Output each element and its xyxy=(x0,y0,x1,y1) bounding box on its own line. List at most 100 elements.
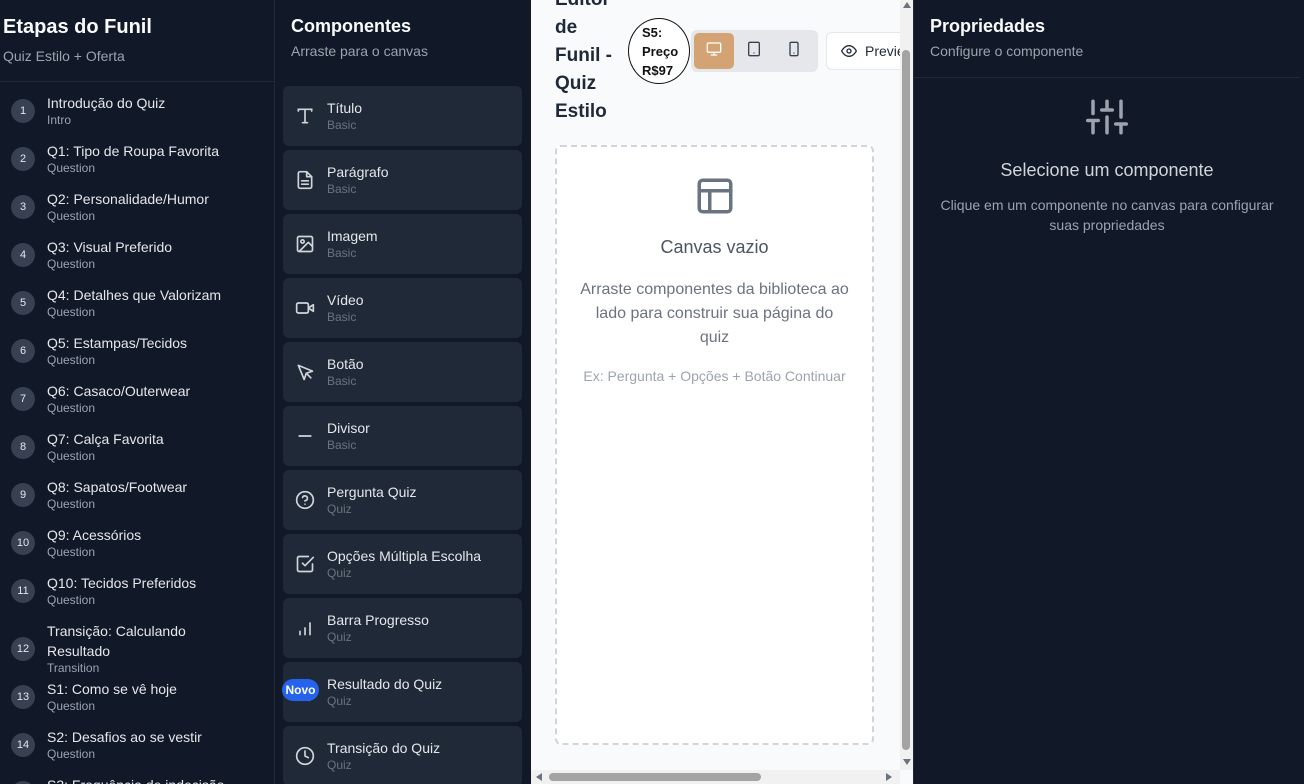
canvas-empty-title: Canvas vazio xyxy=(660,237,769,257)
step-number-badge: 13 xyxy=(11,685,35,709)
component-category: Quiz xyxy=(327,502,352,516)
funnel-steps-subtitle: Quiz Estilo + Oferta xyxy=(3,48,125,64)
canvas-empty-example: Ex: Pergunta + Opções + Botão Continuar xyxy=(583,368,846,384)
step-type: Question xyxy=(47,209,96,223)
text-type-icon xyxy=(295,106,315,126)
step-number-badge: 8 xyxy=(11,435,35,459)
funnel-step-item[interactable]: 2 Q1: Tipo de Roupa Favorita Question xyxy=(0,139,274,187)
component-card-botao[interactable]: Botão Basic xyxy=(283,342,522,402)
funnel-step-item[interactable]: 10 Q9: Acessórios Question xyxy=(0,523,274,571)
funnel-steps-title: Etapas do Funil xyxy=(3,16,152,38)
step-title: Introdução do Quiz xyxy=(47,95,166,111)
component-label: Resultado do Quiz xyxy=(327,676,443,692)
step-title: Q10: Tecidos Preferidos xyxy=(47,575,197,591)
component-category: Basic xyxy=(327,118,357,132)
funnel-steps-panel: Etapas do Funil Quiz Estilo + Oferta 1 In… xyxy=(0,0,275,784)
properties-panel: Propriedades Configure o componente Sele… xyxy=(913,0,1304,784)
funnel-step-item[interactable]: 1 Introdução do Quiz Intro xyxy=(0,91,274,139)
component-label: Transição do Quiz xyxy=(327,740,441,756)
clock-icon xyxy=(295,746,315,766)
step-title: S3: Frequência de indecisão xyxy=(47,775,262,784)
smartphone-icon xyxy=(786,41,802,62)
components-subtitle: Arraste para o canvas xyxy=(291,43,428,59)
tablet-view-button[interactable] xyxy=(734,33,774,69)
component-card-video[interactable]: Vídeo Basic xyxy=(283,278,522,338)
properties-empty-state: Selecione um componente Clique em um com… xyxy=(914,96,1300,235)
component-card-paragrafo[interactable]: Parágrafo Basic xyxy=(283,150,522,210)
funnel-step-item[interactable]: 14 S2: Desafios ao se vestir Question xyxy=(0,725,274,773)
step-title: Q7: Calça Favorita xyxy=(47,431,164,447)
step-type: Question xyxy=(47,497,96,511)
desktop-view-button[interactable] xyxy=(694,33,734,69)
step-title: Q4: Detalhes que Valorizam xyxy=(47,287,222,303)
mobile-view-button[interactable] xyxy=(774,33,814,69)
step-type: Transition xyxy=(47,661,100,675)
step-type: Question xyxy=(47,699,96,713)
canvas-vertical-scrollbar[interactable] xyxy=(900,0,913,770)
component-category: Basic xyxy=(327,246,357,260)
scroll-left-arrow-icon[interactable] xyxy=(536,773,542,781)
component-card-titulo[interactable]: Título Basic xyxy=(283,86,522,146)
component-label: Divisor xyxy=(327,420,370,436)
step-type: Question xyxy=(47,401,96,415)
funnel-step-item[interactable]: S3: Frequência de indecisão xyxy=(0,773,274,784)
scroll-down-arrow-icon[interactable] xyxy=(903,759,911,765)
eye-icon xyxy=(841,43,857,59)
component-card-transicao-quiz[interactable]: Transição do Quiz Quiz xyxy=(283,726,522,784)
component-category: Quiz xyxy=(327,758,352,772)
funnel-step-item[interactable]: 13 S1: Como se vê hoje Question xyxy=(0,677,274,725)
step-title: Q2: Personalidade/Humor xyxy=(47,191,209,207)
component-label: Opções Múltipla Escolha xyxy=(327,548,482,564)
component-category: Quiz xyxy=(327,566,352,580)
components-title: Componentes xyxy=(291,16,412,36)
step-title: Q8: Sapatos/Footwear xyxy=(47,479,188,495)
properties-title: Propriedades xyxy=(930,16,1046,36)
component-category: Basic xyxy=(327,182,357,196)
component-label: Vídeo xyxy=(327,292,364,308)
canvas-horizontal-scrollbar[interactable] xyxy=(531,770,900,784)
tablet-icon xyxy=(746,41,762,62)
scrollbar-thumb[interactable] xyxy=(902,50,910,750)
canvas-drop-zone[interactable]: Canvas vazio Arraste componentes da bibl… xyxy=(555,145,874,745)
properties-header: Propriedades Configure o componente xyxy=(914,0,1300,78)
component-card-barra-progresso[interactable]: Barra Progresso Quiz xyxy=(283,598,522,658)
funnel-step-item[interactable]: 3 Q2: Personalidade/Humor Question xyxy=(0,187,274,235)
scrollbar-thumb[interactable] xyxy=(549,773,761,781)
step-number-badge: 11 xyxy=(11,579,35,603)
minus-icon xyxy=(295,426,315,446)
bar-chart-icon xyxy=(295,618,315,638)
step-number-badge: 14 xyxy=(11,733,35,757)
component-label: Pergunta Quiz xyxy=(327,484,417,500)
funnel-step-item[interactable]: 6 Q5: Estampas/Tecidos Question xyxy=(0,331,274,379)
funnel-step-item[interactable]: 8 Q7: Calça Favorita Question xyxy=(0,427,274,475)
new-badge: Novo xyxy=(282,679,319,701)
step-type: Question xyxy=(47,593,96,607)
scroll-up-arrow-icon[interactable] xyxy=(903,2,911,8)
scroll-right-arrow-icon[interactable] xyxy=(886,773,892,781)
layout-template-icon xyxy=(694,175,736,217)
component-label: Barra Progresso xyxy=(327,612,429,628)
properties-subtitle: Configure o componente xyxy=(930,43,1084,59)
component-label: Imagem xyxy=(327,228,378,244)
step-number-badge: 9 xyxy=(11,483,35,507)
funnel-step-item[interactable]: 4 Q3: Visual Preferido Question xyxy=(0,235,274,283)
check-square-icon xyxy=(295,554,315,574)
component-card-opcoes-multipla-escolha[interactable]: Opções Múltipla Escolha Quiz xyxy=(283,534,522,594)
file-text-icon xyxy=(295,170,315,190)
funnel-step-item[interactable]: 12 Transição: Calculando Resultado Transit… xyxy=(0,619,274,677)
component-card-pergunta-quiz[interactable]: Pergunta Quiz Quiz xyxy=(283,470,522,530)
component-category: Quiz xyxy=(327,630,352,644)
component-category: Basic xyxy=(327,374,357,388)
funnel-step-item[interactable]: 11 Q10: Tecidos Preferidos Question xyxy=(0,571,274,619)
step-number-badge: 5 xyxy=(11,291,35,315)
funnel-step-item[interactable]: 9 Q8: Sapatos/Footwear Question xyxy=(0,475,274,523)
funnel-step-item[interactable]: 7 Q6: Casaco/Outerwear Question xyxy=(0,379,274,427)
step-number-badge: 10 xyxy=(11,531,35,555)
step-title: Q5: Estampas/Tecidos xyxy=(47,335,188,351)
step-type: Question xyxy=(47,545,96,559)
component-card-resultado-quiz[interactable]: Novo Resultado do Quiz Quiz xyxy=(282,662,522,722)
funnel-step-item[interactable]: 5 Q4: Detalhes que Valorizam Question xyxy=(0,283,274,331)
component-card-divisor[interactable]: Divisor Basic xyxy=(283,406,522,466)
funnel-steps-list: 1 Introdução do Quiz Intro 2 Q1: Tipo de Ro… xyxy=(0,82,274,784)
component-card-imagem[interactable]: Imagem Basic xyxy=(283,214,522,274)
